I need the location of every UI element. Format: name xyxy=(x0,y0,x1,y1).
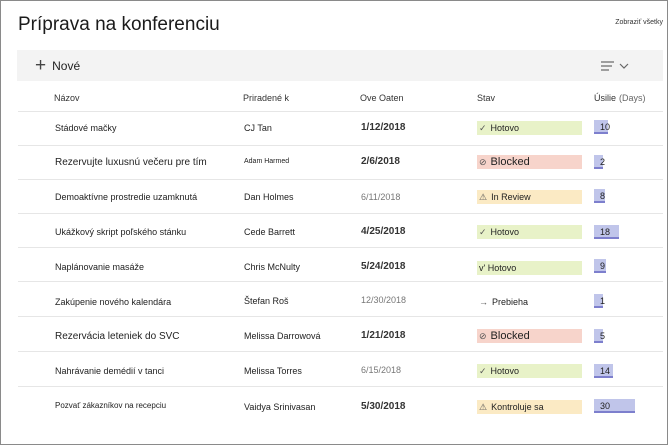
column-header-name[interactable]: Názov xyxy=(54,93,80,103)
due-date: 12/30/2018 xyxy=(361,295,407,305)
arrow-right-icon: → xyxy=(479,297,488,307)
effort-value: 18 xyxy=(600,227,611,237)
assigned-to: CJ Tan xyxy=(244,123,272,133)
due-date: 6/11/2018 xyxy=(361,192,401,202)
effort-value: 5 xyxy=(600,331,606,341)
effort-value: 1 xyxy=(600,296,606,306)
status-badge: ✓ Hotovo xyxy=(477,364,582,378)
status-badge: ⊘ Blocked xyxy=(477,155,582,169)
status-label: Prebieha xyxy=(492,297,529,307)
assigned-to: Melissa Darrowová xyxy=(244,331,321,341)
item-name[interactable]: Rezervácia leteniek do SVC xyxy=(55,331,180,342)
due-date: 4/25/2018 xyxy=(361,226,406,237)
assigned-to: Štefan Roš xyxy=(244,296,289,306)
status-badge: ⊘ Blocked xyxy=(477,329,582,343)
effort-value: 8 xyxy=(600,191,606,201)
table-row[interactable]: Zakúpenie nového kalendára Štefan Roš 12… xyxy=(18,281,663,316)
status-badge: → Prebieha xyxy=(477,295,528,309)
status-badge: v' Hotovo xyxy=(477,261,582,275)
table-row[interactable]: Ukážkový skript poľského stánku Cede Bar… xyxy=(18,213,663,248)
effort-header-label: Úsilie xyxy=(594,93,617,103)
effort-value: 2 xyxy=(600,157,606,167)
table-row[interactable]: Nahrávanie demédií v tanci Melissa Torre… xyxy=(18,351,663,386)
item-name[interactable]: Zakúpenie nového kalendára xyxy=(55,297,171,307)
due-date: 5/30/2018 xyxy=(361,401,406,412)
blocked-icon: ⊘ xyxy=(479,156,487,167)
status-label: v' Hotovo xyxy=(479,263,517,273)
item-name[interactable]: Rezervujte luxusnú večeru pre tím xyxy=(55,157,207,168)
table-row[interactable]: Rezervujte luxusnú večeru pre tím Adam H… xyxy=(18,145,663,180)
due-date: 5/24/2018 xyxy=(361,261,406,272)
due-date: 2/6/2018 xyxy=(361,156,400,167)
column-header-due[interactable]: Ove Oaten xyxy=(360,93,404,103)
item-name[interactable]: Naplánovanie masáže xyxy=(55,262,144,272)
page-title: Príprava na konferenciu xyxy=(18,14,220,35)
status-badge: ✓ Hotovo xyxy=(477,225,582,239)
column-header-effort[interactable]: Úsilie (Days) xyxy=(594,93,646,103)
status-badge: ⚠ In Review xyxy=(477,190,582,204)
assigned-to: Vaidya Srinivasan xyxy=(244,402,316,412)
check-icon: ✓ xyxy=(479,122,487,133)
list-panel: Príprava na konferenciu Zobraziť všetky … xyxy=(0,0,668,445)
table-row[interactable]: Pozvať zákazníkov na recepciu Vaidya Sri… xyxy=(18,386,663,421)
effort-value: 14 xyxy=(600,366,611,376)
table-row[interactable]: Rezervácia leteniek do SVC Melissa Darro… xyxy=(18,316,663,351)
status-badge: ⚠ Kontroluje sa xyxy=(477,400,582,414)
item-name[interactable]: Demoaktívne prostredie uzamknutá xyxy=(55,192,197,202)
warning-icon: ⚠ xyxy=(479,401,488,412)
command-bar: + Nové xyxy=(17,50,663,81)
assigned-to: Adam Harmed xyxy=(244,158,290,165)
view-options-icon xyxy=(601,61,629,71)
assigned-to: Melissa Torres xyxy=(244,366,302,376)
warning-icon: ⚠ xyxy=(479,191,488,202)
column-header-status[interactable]: Stav xyxy=(477,93,495,103)
assigned-to: Dan Holmes xyxy=(244,192,294,202)
item-name[interactable]: Ukážkový skript poľského stánku xyxy=(55,227,186,237)
plus-icon: + xyxy=(35,55,47,76)
status-label: Kontroluje sa xyxy=(491,402,544,412)
status-label: Hotovo xyxy=(490,227,520,237)
status-label: Blocked xyxy=(490,156,530,168)
status-label: Hotovo xyxy=(490,366,520,376)
item-name[interactable]: Pozvať zákazníkov na recepciu xyxy=(55,401,166,410)
new-item-button[interactable]: + Nové xyxy=(35,55,81,76)
view-options-button[interactable] xyxy=(599,58,633,74)
show-all-link[interactable]: Zobraziť všetky xyxy=(615,19,663,26)
due-date: 1/12/2018 xyxy=(361,122,406,133)
status-label: Hotovo xyxy=(490,123,520,133)
status-label: Blocked xyxy=(490,330,530,342)
due-date: 6/15/2018 xyxy=(361,365,402,375)
status-badge: ✓ Hotovo xyxy=(477,121,582,135)
table-row[interactable]: Demoaktívne prostredie uzamknutá Dan Hol… xyxy=(18,179,663,214)
check-icon: ✓ xyxy=(479,226,487,237)
effort-header-unit: (Days) xyxy=(619,93,646,103)
table-row[interactable]: Naplánovanie masáže Chris McNulty 5/24/2… xyxy=(18,247,663,282)
assigned-to: Cede Barrett xyxy=(244,227,296,237)
item-name[interactable]: Nahrávanie demédií v tanci xyxy=(55,366,164,376)
column-header-assigned[interactable]: Priradené k xyxy=(243,93,289,103)
effort-value: 9 xyxy=(600,261,606,271)
status-label: In Review xyxy=(491,192,531,202)
effort-value: 30 xyxy=(600,401,611,411)
new-item-label: Nové xyxy=(52,59,81,73)
item-name[interactable]: Stádové mačky xyxy=(55,123,117,133)
blocked-icon: ⊘ xyxy=(479,330,487,341)
assigned-to: Chris McNulty xyxy=(244,262,301,272)
table-row[interactable]: Stádové mačky CJ Tan 1/12/2018 ✓ Hotovo 1… xyxy=(18,111,663,146)
due-date: 1/21/2018 xyxy=(361,330,406,341)
effort-value: 10 xyxy=(600,122,611,132)
check-icon: ✓ xyxy=(479,365,487,376)
